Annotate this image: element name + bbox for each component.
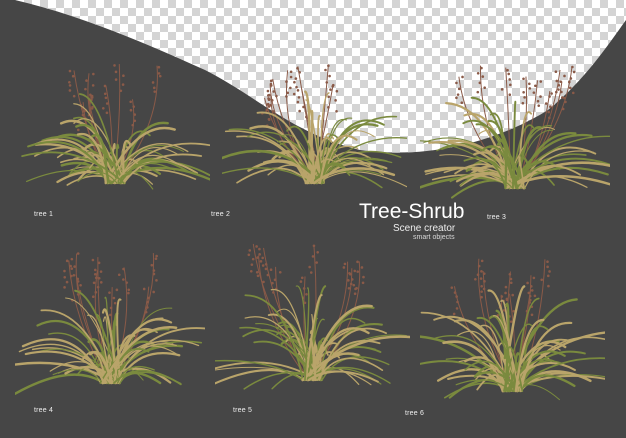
label-tree-4: tree 4	[34, 407, 54, 414]
label-tree-1: tree 1	[34, 211, 54, 218]
title: Tree-Shrub	[359, 200, 465, 223]
subtitle: Scene creator	[393, 223, 456, 234]
shrub-tree-3	[420, 65, 610, 199]
label-tree-3: tree 3	[487, 214, 507, 221]
note: smart objects	[413, 234, 455, 241]
shrub-tree-4	[15, 252, 205, 395]
shrub-tree-6	[420, 258, 605, 401]
label-tree-5: tree 5	[233, 407, 253, 414]
title-block: Tree-Shrub Scene creator smart objects	[359, 200, 465, 242]
label-tree-6: tree 6	[405, 410, 425, 417]
shrub-tree-5	[215, 243, 410, 390]
shrub-tree-1	[21, 64, 210, 190]
shrub-tree-2	[222, 64, 407, 189]
label-tree-2: tree 2	[211, 211, 231, 218]
scene-canvas: tree 1 tree 2 tree 3 tree 4 tree 5 tree …	[0, 0, 626, 438]
